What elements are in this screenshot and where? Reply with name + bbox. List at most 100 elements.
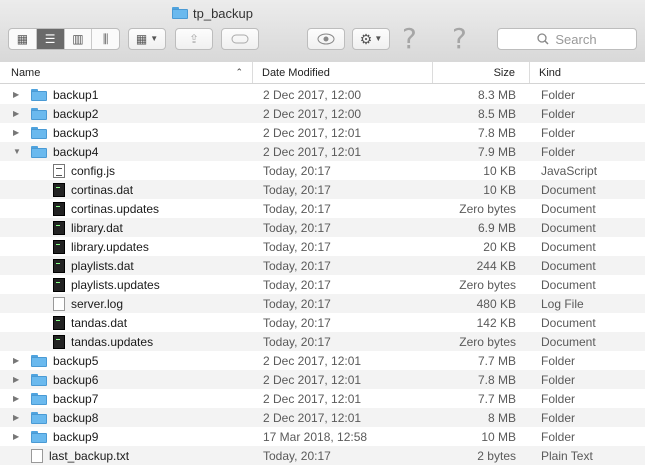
size-column-label: Size [493,66,515,79]
share-button[interactable]: ⇪ [175,28,213,50]
document-icon [53,201,65,216]
name-cell: library.updates [0,237,253,256]
list-row[interactable]: ▶ backup7 2 Dec 2017, 12:01 7.7 MB Folder [0,389,645,408]
file-name: cortinas.updates [71,201,160,216]
date-modified: 2 Dec 2017, 12:01 [263,410,362,425]
list-row[interactable]: ▶ backup5 2 Dec 2017, 12:01 7.7 MB Folder [0,351,645,370]
name-column-header[interactable]: Name ⌃ [0,62,253,83]
file-kind: Folder [541,144,576,159]
file-kind: Document [541,258,596,273]
disclosure-collapsed-icon[interactable]: ▶ [13,356,19,365]
disclosure-expanded-icon[interactable]: ▼ [13,147,21,156]
column-view-button[interactable]: ▥ [65,29,93,49]
file-name: backup6 [53,372,99,387]
file-size: Zero bytes [459,334,516,349]
file-kind: Folder [541,353,576,368]
disclosure-collapsed-icon[interactable]: ▶ [13,394,19,403]
gallery-view-button[interactable]: ⫼ [92,29,119,49]
list-row[interactable]: ▶ backup8 2 Dec 2017, 12:01 8 MB Folder [0,408,645,427]
search-field[interactable]: Search [497,28,637,50]
name-cell: cortinas.dat [0,180,253,199]
disclosure-collapsed-icon[interactable]: ▶ [13,413,19,422]
date-column-label: Date Modified [262,66,330,79]
list-row[interactable]: ▶ backup9 17 Mar 2018, 12:58 10 MB Folder [0,427,645,446]
file-kind: Folder [541,106,576,121]
list-row[interactable]: ▶ backup6 2 Dec 2017, 12:01 7.8 MB Folder [0,370,645,389]
quick-look-button[interactable] [307,28,345,50]
list-row[interactable]: ▶ backup1 2 Dec 2017, 12:00 8.3 MB Folder [0,85,645,104]
list-row[interactable]: ▶ backup2 2 Dec 2017, 12:00 8.5 MB Folder [0,104,645,123]
list-icon: ☰ [44,32,56,46]
kind-column-header[interactable]: Kind [530,62,645,83]
folder-icon [31,354,47,367]
list-row[interactable]: config.js Today, 20:17 10 KB JavaScript [0,161,645,180]
disclosure-collapsed-icon[interactable]: ▶ [13,109,19,118]
file-size: 8.3 MB [477,87,516,102]
list-row[interactable]: server.log Today, 20:17 480 KB Log File [0,294,645,313]
folder-icon [31,88,47,101]
action-button[interactable]: ⚙ ▼ [352,28,390,50]
file-kind: Document [541,277,596,292]
chevron-down-icon: ▼ [374,34,383,43]
eye-icon [317,33,335,45]
list-row[interactable]: cortinas.dat Today, 20:17 10 KB Document [0,180,645,199]
name-cell: ▶ backup6 [0,370,253,389]
tags-button[interactable] [221,28,259,50]
file-size: 244 KB [476,258,516,273]
sort-ascending-icon: ⌃ [235,67,243,77]
date-modified: Today, 20:17 [263,163,331,178]
folder-icon [31,411,47,424]
date-modified: 2 Dec 2017, 12:01 [263,372,362,387]
list-row[interactable]: ▶ backup3 2 Dec 2017, 12:01 7.8 MB Folder [0,123,645,142]
file-size: Zero bytes [459,201,516,216]
list-row[interactable]: last_backup.txt Today, 20:17 2 bytes Plain … [0,446,645,465]
list-row[interactable]: library.updates Today, 20:17 20 KB Document [0,237,645,256]
disclosure-collapsed-icon[interactable]: ▶ [13,90,19,99]
file-list: ▶ backup1 2 Dec 2017, 12:00 8.3 MB Folder ▶ ba… [0,85,645,465]
list-row[interactable]: playlists.dat Today, 20:17 244 KB Document [0,256,645,275]
file-size: 7.7 MB [477,391,516,406]
file-name: server.log [71,296,124,311]
list-row[interactable]: library.dat Today, 20:17 6.9 MB Document [0,218,645,237]
name-cell: config.js [0,161,253,180]
disclosure-collapsed-icon[interactable]: ▶ [13,375,19,384]
list-row[interactable]: playlists.updates Today, 20:17 Zero bytes D… [0,275,645,294]
file-kind: Folder [541,372,576,387]
help-question-icon[interactable]: ? [402,22,417,55]
list-view-button[interactable]: ☰ [36,29,65,49]
name-cell: ▶ backup2 [0,104,253,123]
disclosure-collapsed-icon[interactable]: ▶ [13,432,19,441]
disclosure-collapsed-icon[interactable]: ▶ [13,128,19,137]
file-size: 6.9 MB [477,220,516,235]
date-modified: Today, 20:17 [263,296,331,311]
kind-column-label: Kind [539,66,562,79]
name-cell: playlists.dat [0,256,253,275]
file-name: tandas.updates [71,334,154,349]
size-column-header[interactable]: Size [433,62,530,83]
date-modified: 2 Dec 2017, 12:00 [263,87,362,102]
file-size: 7.8 MB [477,125,516,140]
date-modified: 2 Dec 2017, 12:01 [263,125,362,140]
file-name: tandas.dat [71,315,128,330]
icon-view-button[interactable]: ▦ [9,29,37,49]
date-column-header[interactable]: Date Modified [253,62,433,83]
file-name: backup4 [53,144,99,159]
file-size: 10 MB [481,429,516,444]
name-cell: ▶ backup9 [0,427,253,446]
list-row[interactable]: ▼ backup4 2 Dec 2017, 12:01 7.9 MB Folder [0,142,645,161]
list-row[interactable]: tandas.dat Today, 20:17 142 KB Document [0,313,645,332]
view-mode-selector: ▦ ☰ ▥ ⫼ [8,28,120,50]
document-icon [53,334,65,349]
file-name: backup8 [53,410,99,425]
date-modified: Today, 20:17 [263,258,331,273]
group-by-button[interactable]: ▦ ▼ [128,28,166,50]
name-cell: library.dat [0,218,253,237]
file-kind: Plain Text [541,448,593,463]
list-row[interactable]: cortinas.updates Today, 20:17 Zero bytes Do… [0,199,645,218]
folder-icon [31,373,47,386]
file-name: backup9 [53,429,99,444]
date-modified: Today, 20:17 [263,315,331,330]
help-question-icon[interactable]: ? [452,22,467,55]
list-row[interactable]: tandas.updates Today, 20:17 Zero bytes Docu… [0,332,645,351]
gallery-icon: ⫼ [102,32,109,46]
